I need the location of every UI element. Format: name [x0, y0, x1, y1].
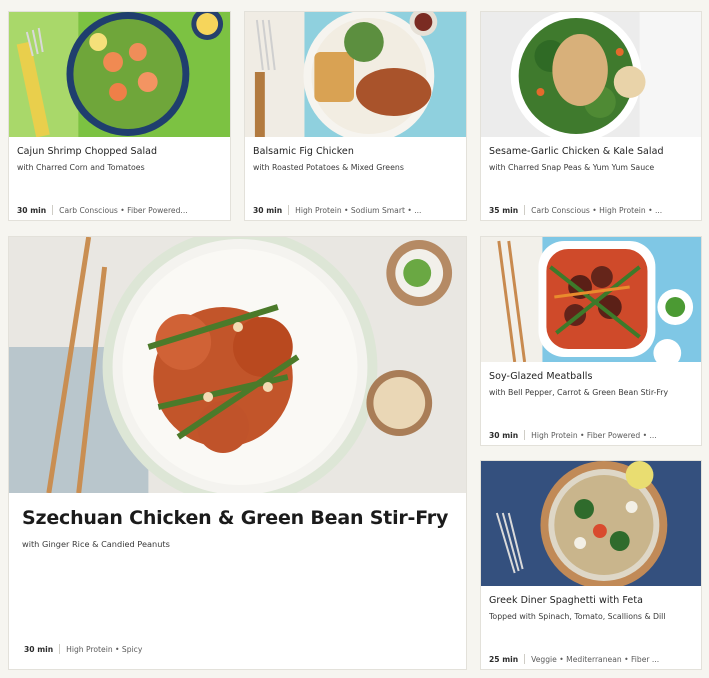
recipe-title[interactable]: Greek Diner Spaghetti with Feta	[489, 595, 693, 606]
recipe-tags: Veggie • Mediterranean • Fiber ...	[531, 654, 660, 664]
recipe-tags: High Protein • Spicy	[66, 644, 143, 654]
cook-time: 30 min	[24, 644, 54, 654]
recipe-subtitle: with Charred Snap Peas & Yum Yum Sauce	[489, 163, 655, 172]
meta-divider	[288, 205, 290, 215]
recipe-title[interactable]: Balsamic Fig Chicken	[253, 146, 458, 157]
recipe-card-greek-diner-spaghetti[interactable]: Greek Diner Spaghetti with Feta Topped w…	[480, 460, 702, 670]
recipe-meta: 30 min High Protein • Sodium Smart • ...	[253, 205, 460, 215]
shrimp-salad-photo	[9, 12, 230, 137]
recipe-meta: 25 min Veggie • Mediterranean • Fiber ..…	[489, 654, 695, 664]
recipe-tags: Carb Conscious • High Protein • ...	[531, 205, 663, 215]
cook-time: 30 min	[489, 430, 519, 440]
meta-divider	[524, 654, 526, 664]
recipe-card-cajun-shrimp[interactable]: Cajun Shrimp Chopped Salad with Charred …	[8, 11, 231, 221]
meta-divider	[59, 644, 61, 654]
cook-time: 35 min	[489, 205, 519, 215]
recipe-tags: High Protein • Sodium Smart • ...	[295, 205, 422, 215]
recipe-subtitle: with Charred Corn and Tomatoes	[17, 163, 145, 172]
kale-salad-photo	[481, 12, 701, 137]
recipe-card-soy-glazed-meatballs[interactable]: Soy-Glazed Meatballs with Bell Pepper, C…	[480, 236, 702, 446]
stir-fry-photo	[9, 237, 466, 493]
cook-time: 30 min	[17, 205, 47, 215]
meta-divider	[52, 205, 54, 215]
recipe-tags: Carb Conscious • Fiber Powered...	[59, 205, 188, 215]
recipe-title[interactable]: Szechuan Chicken & Green Bean Stir-Fry	[22, 507, 458, 529]
recipe-subtitle: Topped with Spinach, Tomato, Scallions &…	[489, 612, 666, 621]
meatballs-photo	[481, 237, 701, 362]
recipe-title[interactable]: Soy-Glazed Meatballs	[489, 371, 693, 382]
cook-time: 25 min	[489, 654, 519, 664]
recipe-subtitle: with Bell Pepper, Carrot & Green Bean St…	[489, 388, 669, 397]
recipe-meta: 30 min Carb Conscious • Fiber Powered...	[17, 205, 224, 215]
meta-divider	[524, 430, 526, 440]
recipe-title[interactable]: Sesame-Garlic Chicken & Kale Salad	[489, 146, 693, 157]
recipe-meta: 30 min High Protein • Spicy	[24, 644, 460, 654]
cook-time: 30 min	[253, 205, 283, 215]
recipe-meta: 35 min Carb Conscious • High Protein • .…	[489, 205, 695, 215]
recipe-card-balsamic-fig-chicken[interactable]: Balsamic Fig Chicken with Roasted Potato…	[244, 11, 467, 221]
spaghetti-photo	[481, 461, 701, 586]
recipe-card-szechuan-chicken[interactable]: Szechuan Chicken & Green Bean Stir-Fry w…	[8, 236, 467, 670]
recipe-subtitle: with Ginger Rice & Candied Peanuts	[22, 539, 170, 549]
recipe-subtitle: with Roasted Potatoes & Mixed Greens	[253, 163, 404, 172]
recipe-title[interactable]: Cajun Shrimp Chopped Salad	[17, 146, 222, 157]
recipe-tags: High Protein • Fiber Powered • ...	[531, 430, 657, 440]
recipe-card-sesame-garlic-chicken[interactable]: Sesame-Garlic Chicken & Kale Salad with …	[480, 11, 702, 221]
recipe-meta: 30 min High Protein • Fiber Powered • ..…	[489, 430, 695, 440]
fig-chicken-photo	[245, 12, 466, 137]
meta-divider	[524, 205, 526, 215]
